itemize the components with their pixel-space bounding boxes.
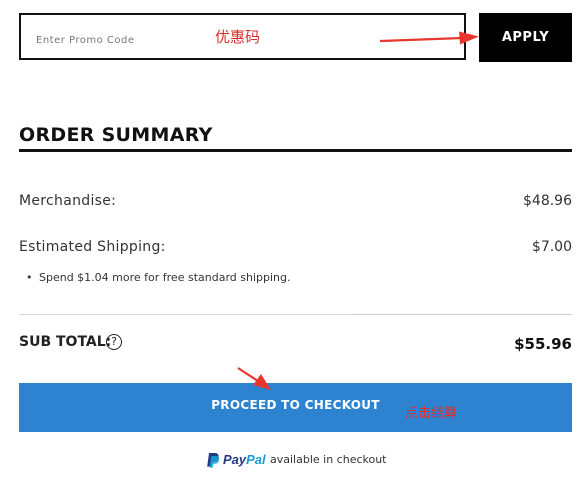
summary-divider: [19, 149, 572, 152]
order-summary-title: ORDER SUMMARY: [19, 124, 213, 146]
subtotal-value: $55.96: [514, 335, 572, 353]
proceed-to-checkout-button[interactable]: PROCEED TO CHECKOUT: [19, 383, 572, 432]
merchandise-label: Merchandise:: [19, 193, 117, 209]
bullet-icon: •: [26, 271, 33, 284]
paypal-wordmark: PayPal: [223, 452, 266, 467]
merchandise-value: $48.96: [523, 193, 572, 209]
help-question-icon[interactable]: ?: [106, 334, 122, 350]
subtotal-divider-right: [352, 314, 572, 315]
checkout-annotation-label: 点击结算: [405, 406, 458, 421]
paypal-available-text: available in checkout: [270, 453, 387, 466]
apply-promo-button[interactable]: APPLY: [479, 13, 572, 62]
subtotal-label: SUB TOTAL:: [19, 334, 112, 350]
subtotal-divider-left: [19, 314, 352, 315]
estimated-shipping-value: $7.00: [531, 239, 572, 255]
promo-annotation-label: 优惠码: [215, 28, 261, 46]
estimated-shipping-label: Estimated Shipping:: [19, 239, 166, 255]
paypal-logo-icon: [207, 453, 220, 468]
paypal-wordmark-pal: Pal: [246, 452, 266, 467]
checkout-button-label: PROCEED TO CHECKOUT: [211, 398, 380, 412]
free-shipping-tip: • Spend $1.04 more for free standard ship…: [26, 271, 291, 284]
free-shipping-tip-text: Spend $1.04 more for free standard shipp…: [39, 271, 291, 284]
paypal-wordmark-pay: Pay: [223, 452, 247, 467]
